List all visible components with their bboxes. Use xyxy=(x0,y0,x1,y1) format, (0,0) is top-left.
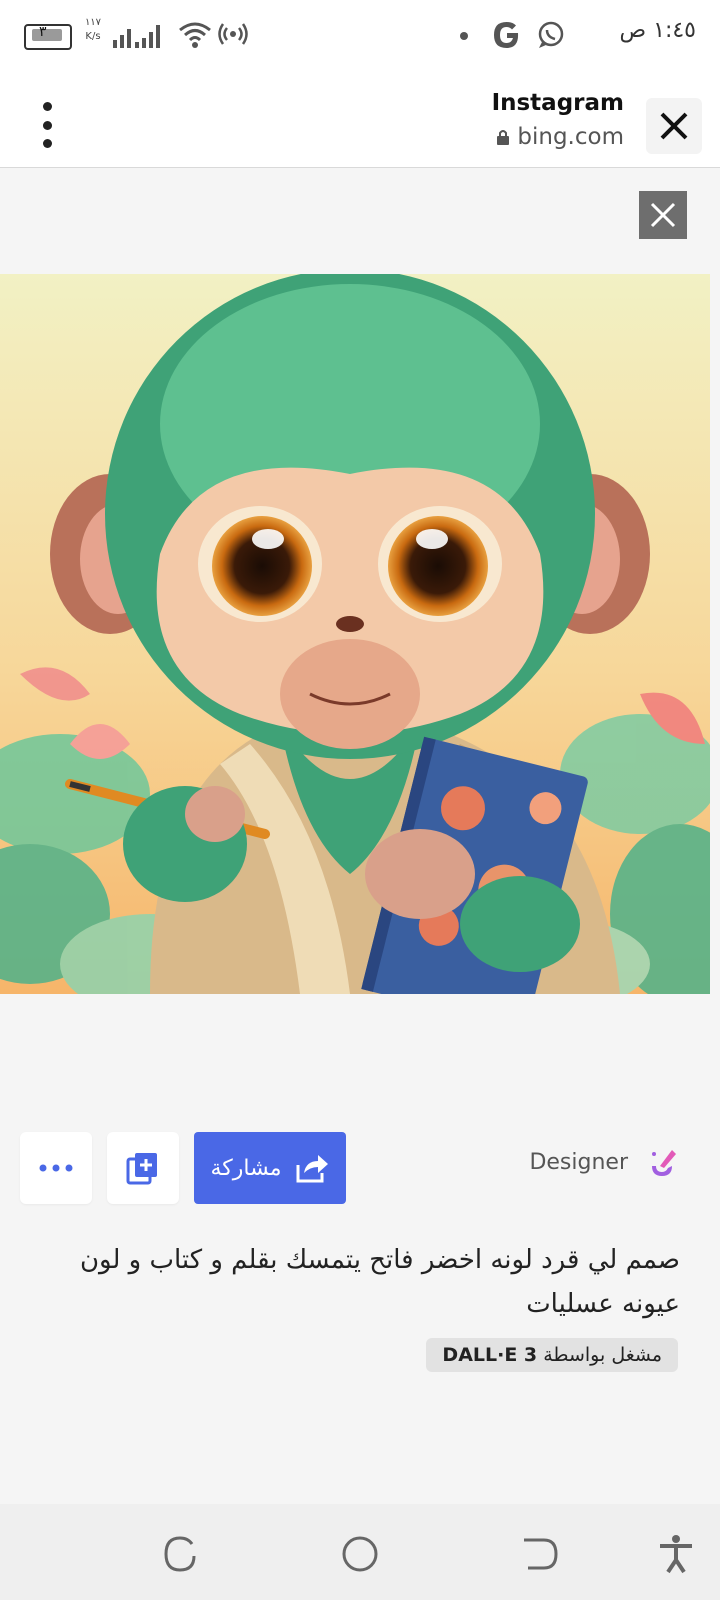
prompt-text: صمم لي قرد لونه اخضر فاتح يتمسك بقلم و ك… xyxy=(79,1245,680,1319)
network-speed: ١١٧ K/s xyxy=(80,16,106,44)
ellipsis-icon xyxy=(39,1164,73,1172)
recent-apps-icon[interactable] xyxy=(160,1534,200,1574)
page-url: bing.com xyxy=(497,124,624,150)
close-icon xyxy=(650,202,676,228)
more-actions-button[interactable] xyxy=(20,1132,92,1204)
battery-icon: ٣ xyxy=(24,24,72,50)
lock-icon xyxy=(497,130,510,145)
more-options-icon[interactable] xyxy=(32,102,62,148)
wifi-icon xyxy=(179,22,211,48)
google-icon xyxy=(494,22,519,48)
close-tab-button[interactable] xyxy=(646,98,702,154)
status-bar: ١:٤٥ ص ٣ ١١٧ K/s xyxy=(0,0,720,72)
whatsapp-icon xyxy=(538,21,564,48)
designer-logo-icon xyxy=(652,1150,676,1176)
add-to-collection-button[interactable] xyxy=(107,1132,179,1204)
home-icon[interactable] xyxy=(340,1534,380,1574)
share-button[interactable]: مشاركة xyxy=(194,1132,346,1204)
notification-dot-icon xyxy=(460,32,468,40)
powered-model: DALL·E 3 xyxy=(442,1344,538,1366)
hotspot-icon xyxy=(218,23,248,45)
overlay-close-button[interactable] xyxy=(639,191,687,239)
speed-unit: K/s xyxy=(85,31,101,42)
powered-by-badge: مشغل بواسطة DALL·E 3 xyxy=(426,1338,678,1372)
powered-prefix: مشغل بواسطة xyxy=(543,1344,662,1366)
signal-icon xyxy=(113,25,160,48)
speed-value: ١١٧ xyxy=(84,17,102,28)
collection-add-icon xyxy=(126,1153,157,1185)
generated-image[interactable] xyxy=(0,274,710,994)
page-title: Instagram xyxy=(491,90,624,116)
designer-badge[interactable]: Designer xyxy=(529,1146,678,1178)
accessibility-icon[interactable] xyxy=(656,1534,696,1574)
monkey-illustration xyxy=(0,274,710,994)
url-text: bing.com xyxy=(517,124,624,150)
designer-label: Designer xyxy=(529,1149,628,1175)
close-icon xyxy=(660,112,688,140)
status-time: ١:٤٥ ص xyxy=(619,18,696,43)
battery-level: ٣ xyxy=(39,24,47,40)
share-icon xyxy=(296,1155,328,1183)
share-label: مشاركة xyxy=(210,1155,282,1181)
system-nav-bar xyxy=(0,1504,720,1600)
back-icon[interactable] xyxy=(520,1534,560,1574)
image-actions: مشاركة Designer xyxy=(0,1132,720,1204)
browser-toolbar: Instagram bing.com xyxy=(0,72,720,168)
